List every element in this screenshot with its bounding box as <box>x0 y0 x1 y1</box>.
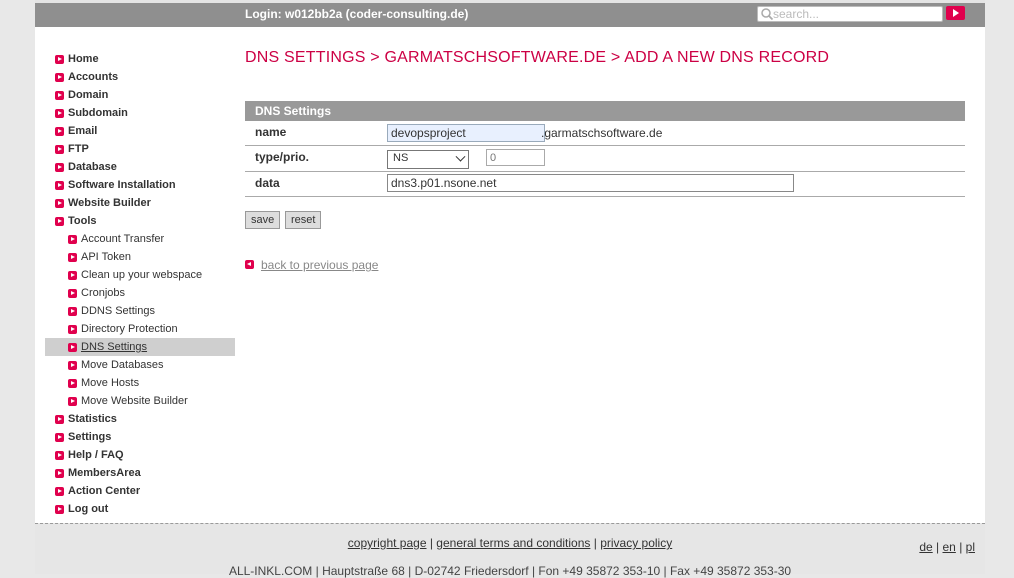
footer: copyright page | general terms and condi… <box>35 523 985 578</box>
name-input[interactable] <box>387 124 545 142</box>
arrow-bullet-icon <box>55 469 64 478</box>
arrow-bullet-icon <box>68 379 77 388</box>
sidebar-item-tools[interactable]: Tools <box>45 212 235 230</box>
sidebar-item-settings[interactable]: Settings <box>45 428 235 446</box>
arrow-bullet-icon <box>55 415 64 424</box>
company-address: ALL-INKL.COM | Hauptstraße 68 | D-02742 … <box>228 564 792 578</box>
sidebar-item-ddns-settings[interactable]: DDNS Settings <box>45 302 235 320</box>
priority-input[interactable] <box>486 149 545 166</box>
page-title: DNS SETTINGS > GARMATSCHSOFTWARE.DE > AD… <box>245 49 830 66</box>
arrow-bullet-icon <box>55 199 64 208</box>
section-title: DNS Settings <box>255 104 332 118</box>
data-row: data <box>245 172 965 197</box>
arrow-bullet-icon <box>55 127 64 136</box>
section-header: DNS Settings <box>245 101 965 121</box>
privacy-link[interactable]: privacy policy <box>600 536 672 550</box>
sidebar-item-accounts[interactable]: Accounts <box>45 68 235 86</box>
arrow-bullet-icon <box>68 307 77 316</box>
arrow-bullet-icon <box>68 397 77 406</box>
sidebar-item-ftp[interactable]: FTP <box>45 140 235 158</box>
sidebar-item-help-faq[interactable]: Help / FAQ <box>45 446 235 464</box>
data-label: data <box>255 176 280 190</box>
sidebar-item-membersarea[interactable]: MembersArea <box>45 464 235 482</box>
arrow-bullet-icon <box>68 343 77 352</box>
footer-links: copyright page | general terms and condi… <box>347 536 673 550</box>
copyright-link[interactable]: copyright page <box>348 536 427 550</box>
arrow-bullet-icon <box>55 91 64 100</box>
arrow-bullet-icon <box>55 487 64 496</box>
search-icon <box>761 8 774 21</box>
login-info: Login: w012bb2a (coder-consulting.de) <box>245 7 469 21</box>
lang-de-link[interactable]: de <box>919 540 932 554</box>
back-arrow-icon <box>245 260 254 269</box>
data-input[interactable] <box>387 174 794 192</box>
sidebar-item-statistics[interactable]: Statistics <box>45 410 235 428</box>
search-input[interactable] <box>773 7 938 21</box>
back-link-label: back to previous page <box>261 258 379 272</box>
record-type-value: NS <box>393 152 409 164</box>
reset-button[interactable]: reset <box>285 211 322 229</box>
arrow-bullet-icon <box>68 325 77 334</box>
sidebar-item-move-databases[interactable]: Move Databases <box>45 356 235 374</box>
arrow-bullet-icon <box>55 505 64 514</box>
save-button[interactable]: save <box>245 211 281 229</box>
sidebar-item-home[interactable]: Home <box>45 50 235 68</box>
sidebar-item-account-transfer[interactable]: Account Transfer <box>45 230 235 248</box>
sidebar-item-move-website-builder[interactable]: Move Website Builder <box>45 392 235 410</box>
arrow-bullet-icon <box>68 361 77 370</box>
terms-link[interactable]: general terms and conditions <box>436 536 590 550</box>
arrow-bullet-icon <box>68 253 77 262</box>
arrow-bullet-icon <box>55 109 64 118</box>
arrow-bullet-icon <box>68 271 77 280</box>
sidebar-item-domain[interactable]: Domain <box>45 86 235 104</box>
sidebar-item-log-out[interactable]: Log out <box>45 500 235 518</box>
sidebar-item-action-center[interactable]: Action Center <box>45 482 235 500</box>
arrow-bullet-icon <box>55 73 64 82</box>
sidebar-item-api-token[interactable]: API Token <box>45 248 235 266</box>
chevron-down-icon <box>455 151 466 162</box>
domain-suffix: .garmatschsoftware.de <box>541 126 663 140</box>
name-label: name <box>255 125 287 139</box>
arrow-bullet-icon <box>55 145 64 154</box>
arrow-bullet-icon <box>55 55 64 64</box>
record-type-select[interactable]: NS <box>387 150 469 169</box>
sidebar-item-subdomain[interactable]: Subdomain <box>45 104 235 122</box>
arrow-bullet-icon <box>55 163 64 172</box>
language-switcher: de | en | pl <box>919 540 975 554</box>
sidebar-item-move-hosts[interactable]: Move Hosts <box>45 374 235 392</box>
arrow-bullet-icon <box>55 433 64 442</box>
sidebar-item-database[interactable]: Database <box>45 158 235 176</box>
type-prio-label: type/prio. <box>255 150 310 164</box>
sidebar-item-email[interactable]: Email <box>45 122 235 140</box>
type-row: type/prio. NS <box>245 146 965 172</box>
search-submit-button[interactable] <box>946 6 965 20</box>
lang-en-link[interactable]: en <box>943 540 956 554</box>
sidebar-item-website-builder[interactable]: Website Builder <box>45 194 235 212</box>
arrow-bullet-icon <box>68 235 77 244</box>
top-bar: Login: w012bb2a (coder-consulting.de) <box>35 0 985 27</box>
arrow-bullet-icon <box>55 217 64 226</box>
search-box[interactable] <box>757 6 943 22</box>
sidebar-item-clean-up-webspace[interactable]: Clean up your webspace <box>45 266 235 284</box>
name-row: name .garmatschsoftware.de <box>245 121 965 146</box>
page: Login: w012bb2a (coder-consulting.de) Ho… <box>35 0 985 578</box>
sidebar-item-cronjobs[interactable]: Cronjobs <box>45 284 235 302</box>
arrow-bullet-icon <box>55 181 64 190</box>
sidebar-item-software-installation[interactable]: Software Installation <box>45 176 235 194</box>
arrow-bullet-icon <box>68 289 77 298</box>
sidebar-item-directory-protection[interactable]: Directory Protection <box>45 320 235 338</box>
arrow-bullet-icon <box>55 451 64 460</box>
lang-pl-link[interactable]: pl <box>966 540 975 554</box>
sidebar-nav: Home Accounts Domain Subdomain Email FTP… <box>45 50 235 518</box>
sidebar-item-dns-settings[interactable]: DNS Settings <box>45 338 235 356</box>
